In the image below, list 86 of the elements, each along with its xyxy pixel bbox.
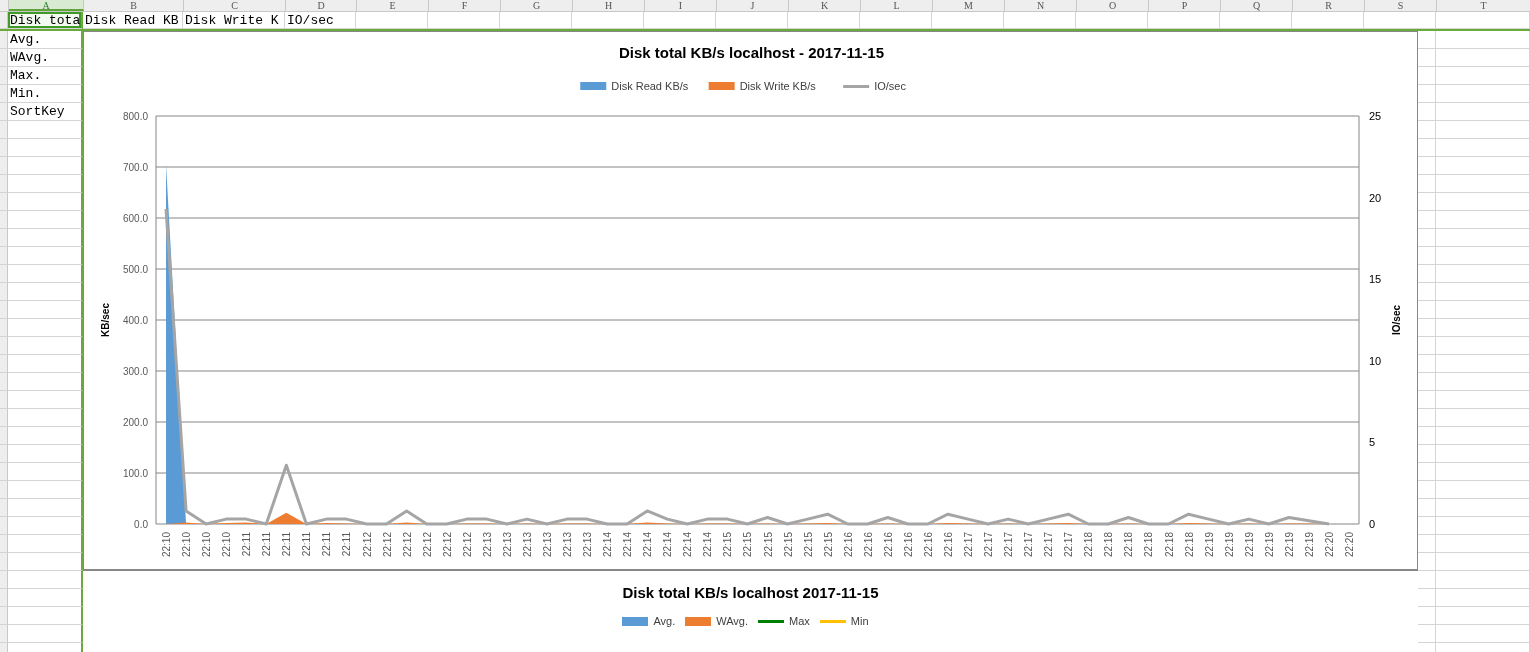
x-axis-label: 22:20 <box>1323 532 1335 558</box>
y-axis-label: 300.0 <box>122 366 148 377</box>
x-axis-label: 22:14 <box>662 532 674 558</box>
x-axis-label: 22:17 <box>983 532 995 558</box>
y-axis-label: 0.0 <box>134 519 148 530</box>
y-axis-label: 400.0 <box>122 315 148 326</box>
x-axis-label: 22:11 <box>341 532 353 557</box>
x-axis-label: 22:19 <box>1263 532 1275 558</box>
x-axis-label: 22:11 <box>241 532 253 557</box>
x-axis-label: 22:13 <box>501 532 513 558</box>
x-axis-label: 22:19 <box>1283 532 1295 558</box>
y-axis-label: 20 <box>1369 191 1382 204</box>
y-axis-label: 500.0 <box>122 264 148 275</box>
y-axis-label: 600.0 <box>122 213 148 224</box>
y-axis-label: 15 <box>1369 273 1382 286</box>
chart-title: Disk total KB/s localhost 2017-11-15 <box>622 584 879 601</box>
x-axis-label: 22:19 <box>1243 532 1255 558</box>
x-axis-label: 22:15 <box>822 532 834 558</box>
x-axis-label: 22:15 <box>722 532 734 558</box>
x-axis-label: 22:11 <box>301 532 313 557</box>
x-axis-label: 22:11 <box>281 532 293 557</box>
legend-label: Disk Read KB/s <box>611 80 689 92</box>
x-axis-label: 22:12 <box>461 532 473 558</box>
x-axis-label: 22:14 <box>642 532 654 558</box>
x-axis-label: 22:19 <box>1303 532 1315 558</box>
x-axis-label: 22:10 <box>201 532 213 558</box>
y-axis-label: 0 <box>1369 518 1376 530</box>
x-axis-label: 22:15 <box>742 532 754 558</box>
x-axis-label: 22:16 <box>842 532 854 558</box>
y-axis-label: 25 <box>1369 110 1382 122</box>
x-axis-label: 22:17 <box>1043 532 1055 558</box>
x-axis-label: 22:18 <box>1183 532 1195 558</box>
x-axis-label: 22:15 <box>762 532 774 558</box>
x-axis-label: 22:16 <box>882 532 894 558</box>
legend-label: Disk Write KB/s <box>739 80 816 92</box>
x-axis-label: 22:20 <box>1343 532 1355 558</box>
x-axis-label: 22:14 <box>702 532 714 558</box>
y-axis-label: 100.0 <box>122 468 148 479</box>
y-axis-title: IO/sec <box>1391 305 1402 335</box>
x-axis-label: 22:17 <box>1063 532 1075 558</box>
x-axis-label: 22:15 <box>802 532 814 558</box>
x-axis-label: 22:12 <box>401 532 413 558</box>
x-axis-label: 22:18 <box>1123 532 1135 558</box>
x-axis-label: 22:13 <box>481 532 493 558</box>
x-axis-label: 22:12 <box>421 532 433 558</box>
x-axis-label: 22:16 <box>902 532 914 558</box>
x-axis-label: 22:13 <box>521 532 533 558</box>
x-axis-label: 22:18 <box>1103 532 1115 558</box>
x-axis-label: 22:16 <box>862 532 874 558</box>
x-axis-label: 22:14 <box>622 532 634 558</box>
x-axis-label: 22:16 <box>942 532 954 558</box>
legend-label: IO/sec <box>874 80 906 92</box>
x-axis-label: 22:14 <box>682 532 694 558</box>
y-axis-label: 10 <box>1369 354 1382 367</box>
x-axis-label: 22:15 <box>782 532 794 558</box>
x-axis-label: 22:13 <box>541 532 553 558</box>
x-axis-label: 22:18 <box>1143 532 1155 558</box>
y-axis-label: 800.0 <box>122 111 148 122</box>
x-axis-label: 22:14 <box>602 532 614 558</box>
x-axis-label: 22:17 <box>1023 532 1035 558</box>
legend-label: Max <box>789 615 810 627</box>
x-axis-label: 22:17 <box>1003 532 1015 558</box>
x-axis-label: 22:11 <box>321 532 333 557</box>
y-axis-label: 200.0 <box>122 417 148 428</box>
x-axis-label: 22:19 <box>1223 532 1235 558</box>
chart-title: Disk total KB/s localhost - 2017-11-15 <box>618 44 885 61</box>
x-axis-label: 22:13 <box>582 532 594 558</box>
y-axis-label: 700.0 <box>122 162 148 173</box>
x-axis-label: 22:19 <box>1203 532 1215 558</box>
x-axis-label: 22:12 <box>381 532 393 558</box>
legend-label: Min <box>850 615 869 627</box>
x-axis-label: 22:12 <box>361 532 373 558</box>
x-axis-label: 22:13 <box>562 532 574 558</box>
x-axis-label: 22:11 <box>261 532 273 557</box>
x-axis-label: 22:18 <box>1163 532 1175 558</box>
x-axis-label: 22:17 <box>963 532 975 558</box>
x-axis-label: 22:16 <box>922 532 934 558</box>
y-axis-label: 5 <box>1369 436 1376 449</box>
y-axis-title: KB/sec <box>100 303 111 337</box>
x-axis-label: 22:10 <box>221 532 233 558</box>
x-axis-label: 22:10 <box>161 532 172 558</box>
x-axis-label: 22:12 <box>441 532 453 558</box>
x-axis-label: 22:18 <box>1083 532 1095 558</box>
x-axis-label: 22:10 <box>181 532 193 558</box>
legend-label: Avg. <box>653 615 676 627</box>
legend-label: WAvg. <box>716 615 749 627</box>
